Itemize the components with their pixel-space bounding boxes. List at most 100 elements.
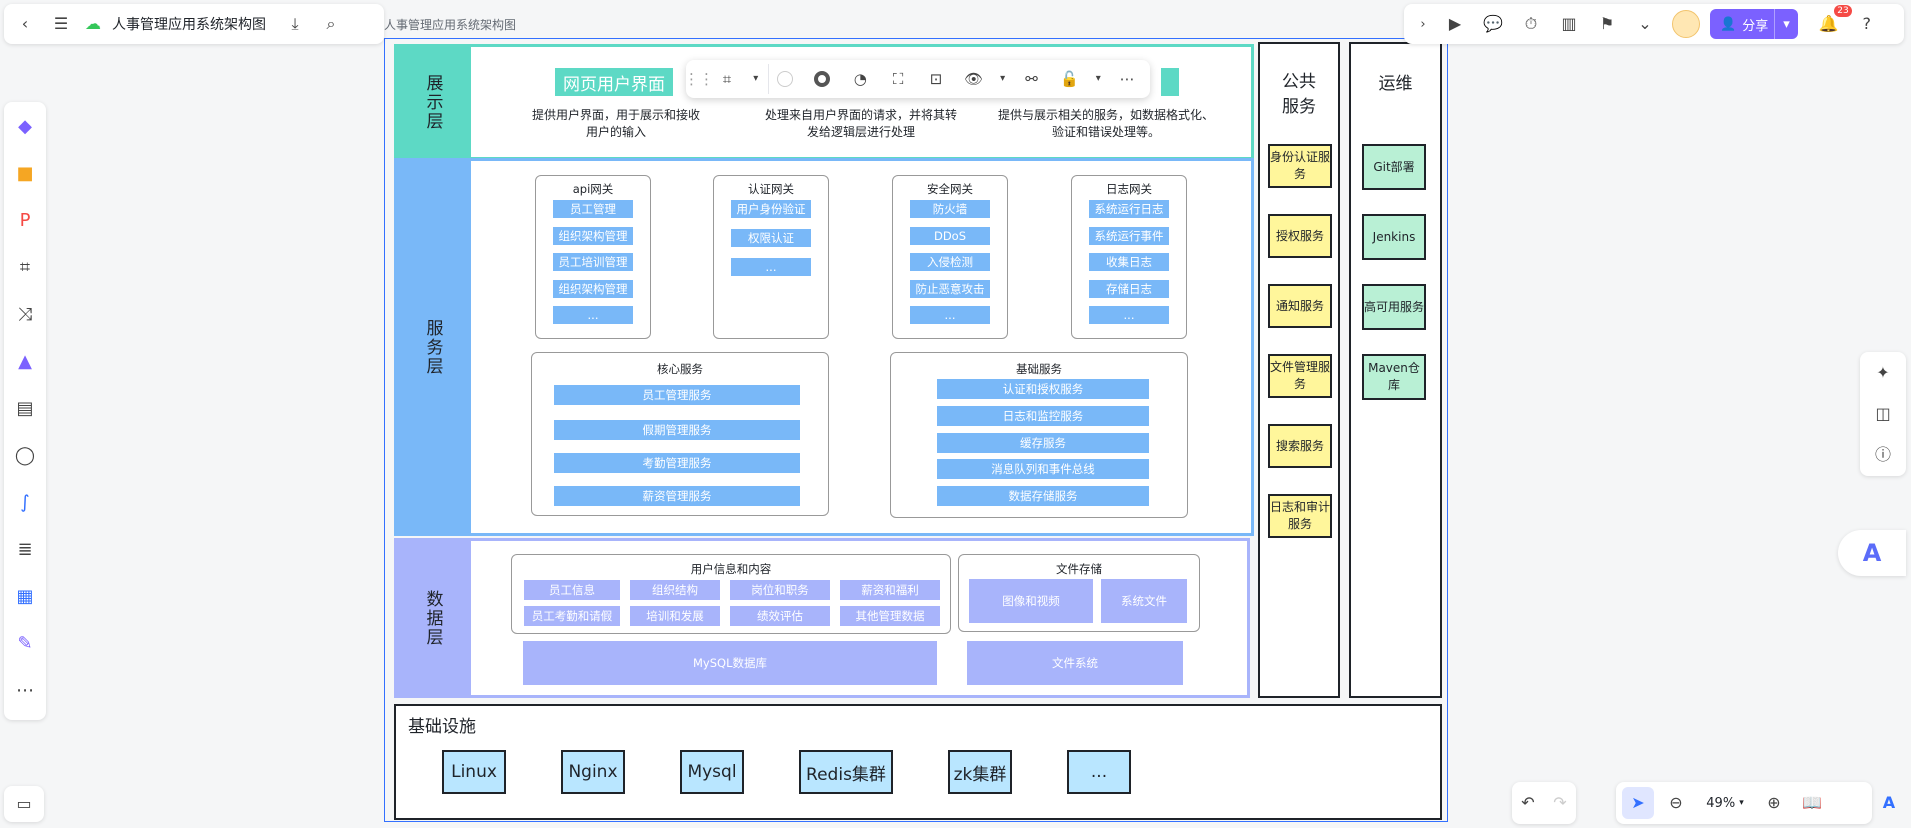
gateway-item[interactable]: ...: [553, 306, 633, 324]
gateway-item[interactable]: 用户身份验证: [731, 200, 811, 218]
ops-item[interactable]: 高可用服务: [1362, 284, 1426, 330]
gateway-item[interactable]: 组织架构管理: [553, 227, 633, 245]
ai-assistant-icon[interactable]: A: [1872, 786, 1906, 820]
core-service-item[interactable]: 假期管理服务: [554, 420, 800, 440]
gateway-item[interactable]: 组织架构管理: [553, 280, 633, 298]
gateway-item[interactable]: 防火墙: [910, 200, 990, 218]
gateway-item[interactable]: 防止恶意攻击: [910, 280, 990, 298]
base-service-item[interactable]: 消息队列和事件总线: [937, 459, 1149, 479]
minimap-icon[interactable]: ▭: [4, 786, 44, 822]
mindmap-icon[interactable]: ⤨: [10, 298, 40, 331]
more-chevrons-icon[interactable]: ⌄: [1628, 9, 1662, 39]
style-palette-icon[interactable]: ◔: [843, 64, 877, 94]
ppt-icon[interactable]: P: [10, 204, 40, 237]
chevron-down-icon[interactable]: ▾: [1090, 64, 1106, 94]
zoom-in-icon[interactable]: ⊕: [1758, 787, 1790, 819]
file-storage-item[interactable]: 图像和视频: [969, 579, 1093, 623]
file-storage-item[interactable]: 系统文件: [1101, 579, 1187, 623]
public-service-item[interactable]: 文件管理服务: [1268, 354, 1332, 398]
core-services[interactable]: 核心服务 员工管理服务 假期管理服务 考勤管理服务 薪资管理服务: [531, 352, 829, 516]
frame-breadcrumb[interactable]: 人事管理应用系统架构图: [384, 16, 516, 33]
user-info-item[interactable]: 组织结构: [630, 580, 720, 600]
chevron-down-icon[interactable]: ▾: [995, 64, 1011, 94]
data-layer[interactable]: 数据层 用户信息和内容 员工信息 组织结构 岗位和职务 薪资和福利 员工考勤和请…: [394, 538, 1250, 698]
gateway-item[interactable]: 入侵检测: [910, 253, 990, 271]
base-service-item[interactable]: 缓存服务: [937, 433, 1149, 453]
gateway-item[interactable]: 系统运行事件: [1089, 227, 1169, 245]
back-icon[interactable]: ‹: [10, 9, 40, 39]
infra-item[interactable]: ...: [1067, 750, 1131, 794]
base-services[interactable]: 基础服务 认证和授权服务 日志和监控服务 缓存服务 消息队列和事件总线 数据存储…: [890, 352, 1188, 518]
gateway-item[interactable]: ...: [731, 258, 811, 276]
gateway-item[interactable]: 系统运行日志: [1089, 200, 1169, 218]
undo-icon[interactable]: ↶: [1521, 795, 1534, 811]
gateway-item[interactable]: ...: [910, 306, 990, 324]
public-service-item[interactable]: 通知服务: [1268, 284, 1332, 328]
celebrate-icon[interactable]: ⚑: [1590, 9, 1624, 39]
shape-icon[interactable]: ◯: [10, 439, 40, 472]
select-cursor-icon[interactable]: ➤: [1622, 787, 1654, 819]
avatar[interactable]: [1672, 10, 1700, 38]
menu-icon[interactable]: ☰: [46, 9, 76, 39]
user-info-item[interactable]: 员工信息: [524, 580, 620, 600]
gateway-auth[interactable]: 认证网关 用户身份验证 权限认证 ...: [713, 175, 829, 339]
gateway-api[interactable]: api网关 员工管理 组织架构管理 员工培训管理 组织架构管理 ...: [535, 175, 651, 339]
public-service-item[interactable]: 身份认证服务: [1268, 144, 1332, 188]
fit-frame-icon[interactable]: ⛶: [881, 64, 915, 94]
infra-item[interactable]: Redis集群: [799, 750, 893, 794]
web-ui-title[interactable]: 网页用户界面: [555, 68, 673, 96]
service-layer[interactable]: 服务层 api网关 员工管理 组织架构管理 员工培训管理 组织架构管理 ... …: [394, 158, 1254, 536]
layout-icon[interactable]: ⊡: [919, 64, 953, 94]
present-play-icon[interactable]: ▶: [1438, 9, 1472, 39]
gateway-log[interactable]: 日志网关 系统运行日志 系统运行事件 收集日志 存储日志 ...: [1071, 175, 1187, 339]
more-icon[interactable]: ⋯: [10, 674, 40, 707]
chevron-down-icon[interactable]: ▾: [748, 64, 764, 94]
user-info-item[interactable]: 培训和发展: [630, 606, 720, 626]
public-service-item[interactable]: 日志和审计服务: [1268, 494, 1332, 538]
public-service-item[interactable]: 授权服务: [1268, 214, 1332, 258]
user-info-item[interactable]: 员工考勤和请假: [524, 606, 620, 626]
border-color-icon[interactable]: [806, 64, 840, 94]
magic-wand-icon[interactable]: ✦: [1876, 364, 1889, 381]
vote-icon[interactable]: ▥: [1552, 9, 1586, 39]
redo-icon[interactable]: ↷: [1553, 795, 1566, 811]
core-service-item[interactable]: 员工管理服务: [554, 385, 800, 405]
gateway-item[interactable]: 收集日志: [1089, 253, 1169, 271]
visibility-eye-icon[interactable]: 👁: [957, 64, 991, 94]
ai-image-icon[interactable]: ▲: [10, 345, 40, 378]
zoom-level[interactable]: 49% ▾: [1698, 796, 1752, 811]
chevron-down-icon[interactable]: ▾: [1774, 9, 1798, 39]
layout-template-icon[interactable]: ▤: [10, 392, 40, 425]
document-title[interactable]: 人事管理应用系统架构图: [112, 14, 266, 34]
book-icon[interactable]: 📖: [1796, 787, 1828, 819]
download-icon[interactable]: ⤓: [280, 9, 310, 39]
public-service-item[interactable]: 搜索服务: [1268, 424, 1332, 468]
crop-frame-icon[interactable]: ⌗: [710, 64, 744, 94]
base-service-item[interactable]: 认证和授权服务: [937, 379, 1149, 399]
text-list-icon[interactable]: ≣: [10, 533, 40, 566]
ops-item[interactable]: Maven仓库: [1362, 354, 1426, 400]
user-info-item[interactable]: 其他管理数据: [840, 606, 940, 626]
gateway-item[interactable]: 权限认证: [731, 229, 811, 247]
core-service-item[interactable]: 薪资管理服务: [554, 486, 800, 506]
infra-item[interactable]: zk集群: [948, 750, 1012, 794]
ops-item[interactable]: Git部署: [1362, 144, 1426, 190]
core-service-item[interactable]: 考勤管理服务: [554, 453, 800, 473]
frame-icon[interactable]: ⌗: [10, 251, 40, 284]
pen-icon[interactable]: ✎: [10, 627, 40, 660]
file-system[interactable]: 文件系统: [967, 641, 1183, 685]
drag-handle-icon[interactable]: ⋮⋮: [684, 64, 714, 94]
infra-item[interactable]: Mysql: [680, 750, 744, 794]
ops-column[interactable]: 运维 Git部署 Jenkins 高可用服务 Maven仓库: [1349, 42, 1442, 698]
gateway-security[interactable]: 安全网关 防火墙 DDoS 入侵检测 防止恶意攻击 ...: [892, 175, 1008, 339]
base-service-item[interactable]: 日志和监控服务: [937, 406, 1149, 426]
more-icon[interactable]: ⋯: [1110, 64, 1144, 94]
ai-fab-icon[interactable]: A: [1838, 530, 1906, 576]
lock-icon[interactable]: 🔓: [1052, 64, 1086, 94]
templates-icon[interactable]: ◆: [10, 110, 40, 143]
gateway-item[interactable]: 员工培训管理: [553, 253, 633, 271]
collapse-chevron-icon[interactable]: ›: [1412, 9, 1434, 39]
public-services-column[interactable]: 公共服务 身份认证服务 授权服务 通知服务 文件管理服务 搜索服务 日志和审计服…: [1258, 42, 1340, 698]
gateway-item[interactable]: 员工管理: [553, 200, 633, 218]
user-info-item[interactable]: 绩效评估: [730, 606, 830, 626]
